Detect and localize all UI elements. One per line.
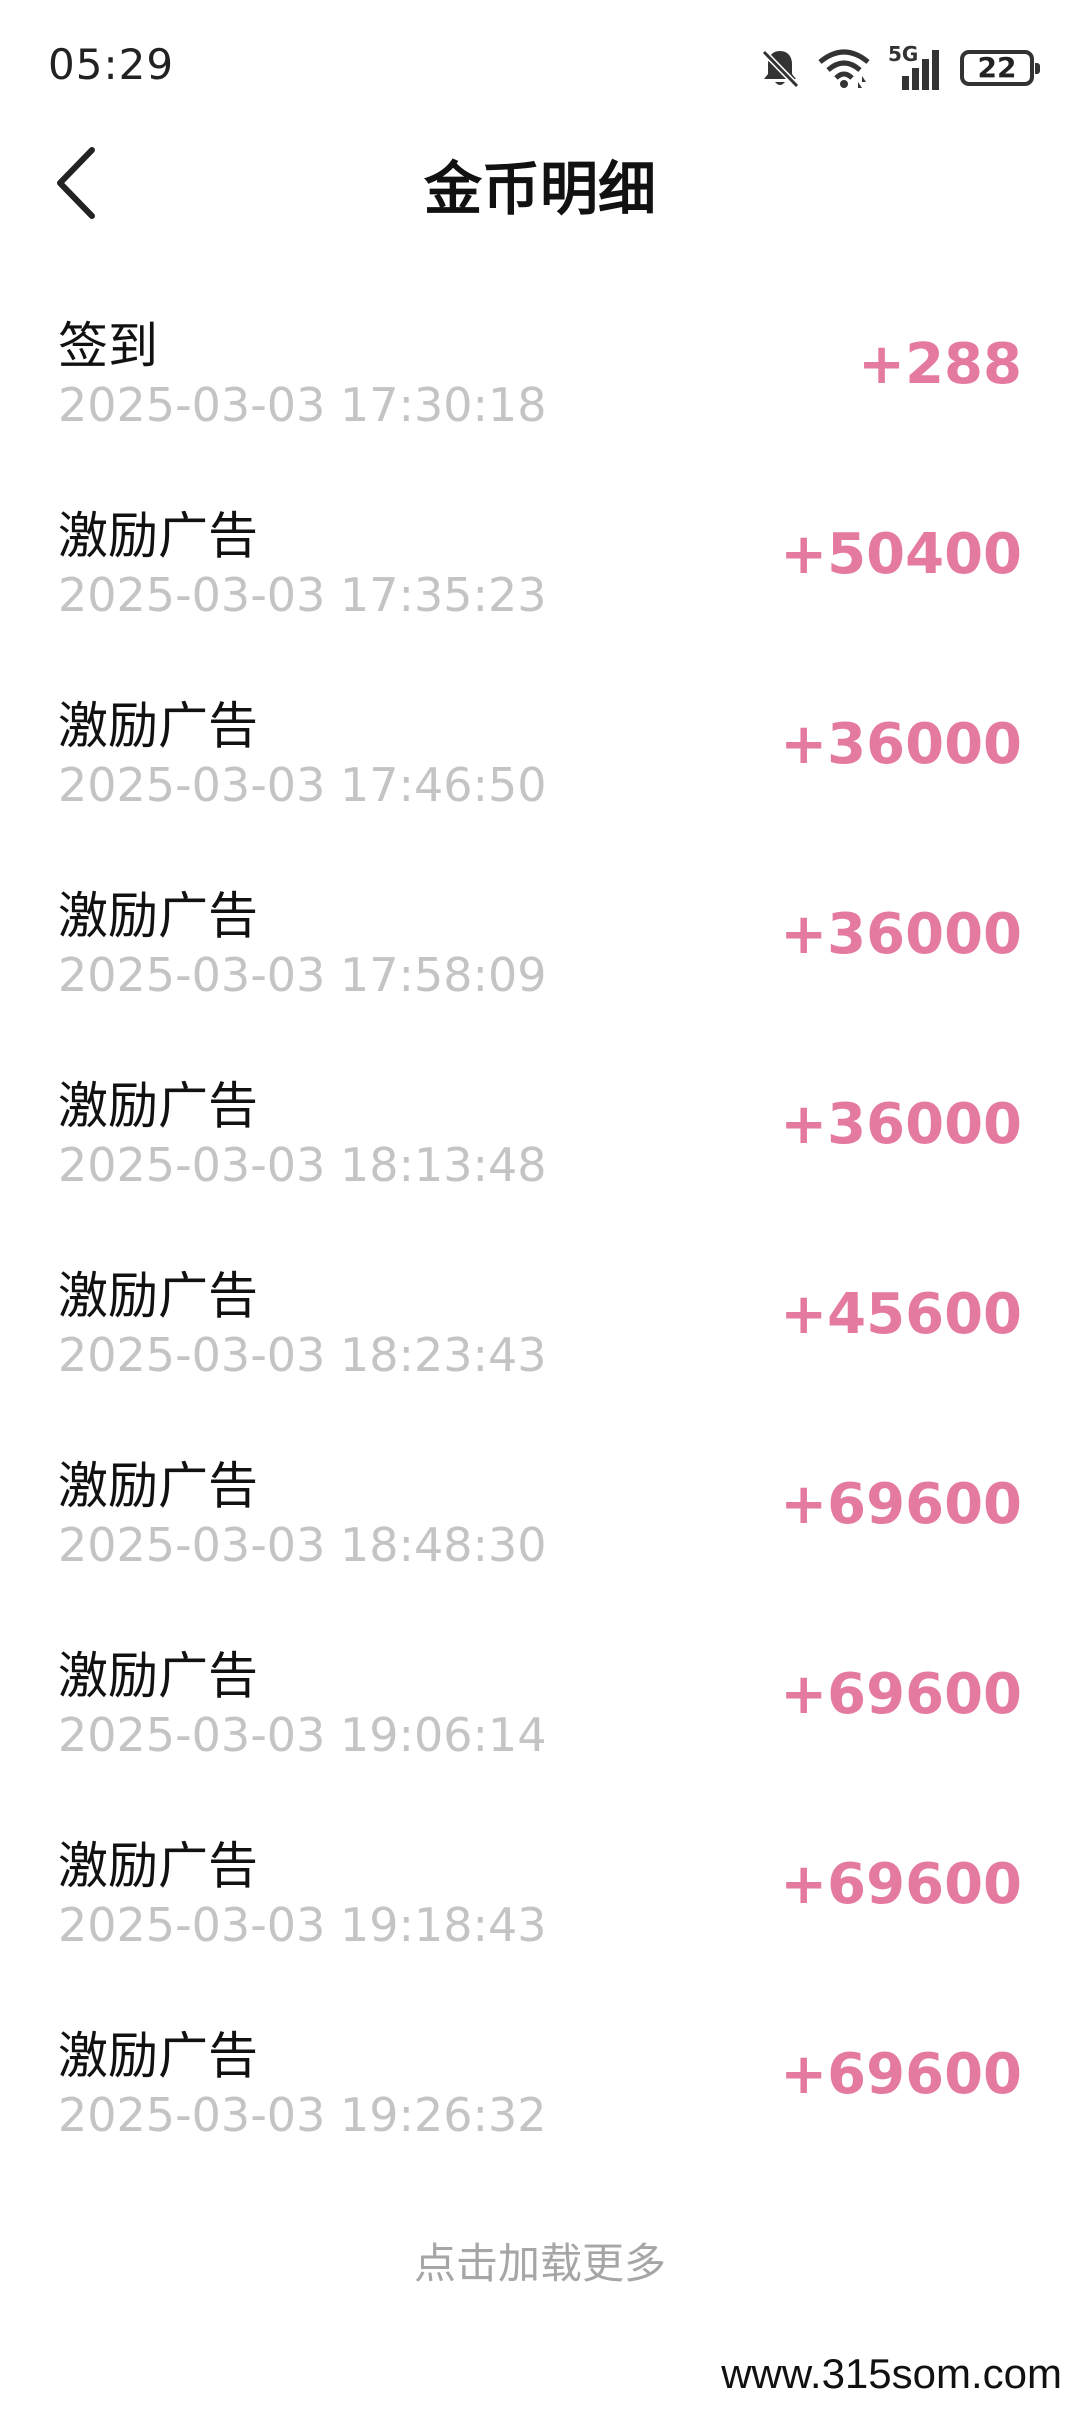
record-amount: +45600: [780, 1282, 1022, 1347]
record-label: 激励广告: [58, 697, 258, 755]
list-item: 签到 2025-03-03 17:30:18 +288: [0, 282, 1080, 472]
page-title: 金币明细: [423, 155, 656, 223]
list-item: 激励广告 2025-03-03 18:13:48 +36000: [0, 1042, 1080, 1232]
record-time: 2025-03-03 19:18:43: [58, 1898, 547, 1952]
wifi-icon: [818, 48, 870, 88]
bell-mute-icon: [760, 46, 800, 90]
record-label: 激励广告: [58, 507, 258, 565]
watermark: www.315som.com: [713, 2350, 1070, 2398]
record-time: 2025-03-03 19:06:14: [58, 1708, 547, 1762]
record-time: 2025-03-03 17:30:18: [58, 378, 547, 432]
record-label: 激励广告: [58, 1267, 258, 1325]
cellular-5g-icon: 5G: [888, 42, 942, 92]
record-amount: +69600: [780, 2042, 1022, 2107]
status-time: 05:29: [48, 40, 175, 89]
record-time: 2025-03-03 18:48:30: [58, 1518, 547, 1572]
record-amount: +69600: [780, 1472, 1022, 1537]
record-label: 激励广告: [58, 2027, 258, 2085]
record-label: 激励广告: [58, 1457, 258, 1515]
record-label: 激励广告: [58, 1077, 258, 1135]
record-time: 2025-03-03 17:46:50: [58, 758, 547, 812]
header: 金币明细: [0, 130, 1080, 240]
list-item: 激励广告 2025-03-03 19:06:14 +69600: [0, 1612, 1080, 1802]
record-time: 2025-03-03 17:58:09: [58, 948, 547, 1002]
record-label: 激励广告: [58, 887, 258, 945]
battery-icon: 22: [960, 50, 1040, 86]
list-item: 激励广告 2025-03-03 17:46:50 +36000: [0, 662, 1080, 852]
record-amount: +69600: [780, 1662, 1022, 1727]
record-amount: +36000: [780, 902, 1022, 967]
record-time: 2025-03-03 19:26:32: [58, 2088, 547, 2142]
record-amount: +36000: [780, 1092, 1022, 1157]
record-amount: +50400: [780, 522, 1022, 587]
network-type-label: 5G: [888, 42, 919, 66]
list-item: 激励广告 2025-03-03 19:26:32 +69600: [0, 1992, 1080, 2182]
list-item: 激励广告 2025-03-03 18:23:43 +45600: [0, 1232, 1080, 1422]
battery-level: 22: [977, 51, 1017, 84]
coin-record-list: 签到 2025-03-03 17:30:18 +288 激励广告 2025-03…: [0, 282, 1080, 2182]
record-amount: +288: [858, 332, 1022, 397]
record-time: 2025-03-03 17:35:23: [58, 568, 547, 622]
record-amount: +69600: [780, 1852, 1022, 1917]
record-label: 激励广告: [58, 1647, 258, 1705]
list-item: 激励广告 2025-03-03 18:48:30 +69600: [0, 1422, 1080, 1612]
record-time: 2025-03-03 18:13:48: [58, 1138, 547, 1192]
status-icons: 5G 22: [760, 40, 1040, 96]
record-time: 2025-03-03 18:23:43: [58, 1328, 547, 1382]
list-item: 激励广告 2025-03-03 19:18:43 +69600: [0, 1802, 1080, 1992]
list-item: 激励广告 2025-03-03 17:35:23 +50400: [0, 472, 1080, 662]
load-more-button[interactable]: 点击加载更多: [0, 2230, 1080, 2291]
record-label: 签到: [58, 317, 158, 375]
status-bar: 05:29 5G 22: [0, 0, 1080, 130]
list-item: 激励广告 2025-03-03 17:58:09 +36000: [0, 852, 1080, 1042]
record-amount: +36000: [780, 712, 1022, 777]
record-label: 激励广告: [58, 1837, 258, 1895]
